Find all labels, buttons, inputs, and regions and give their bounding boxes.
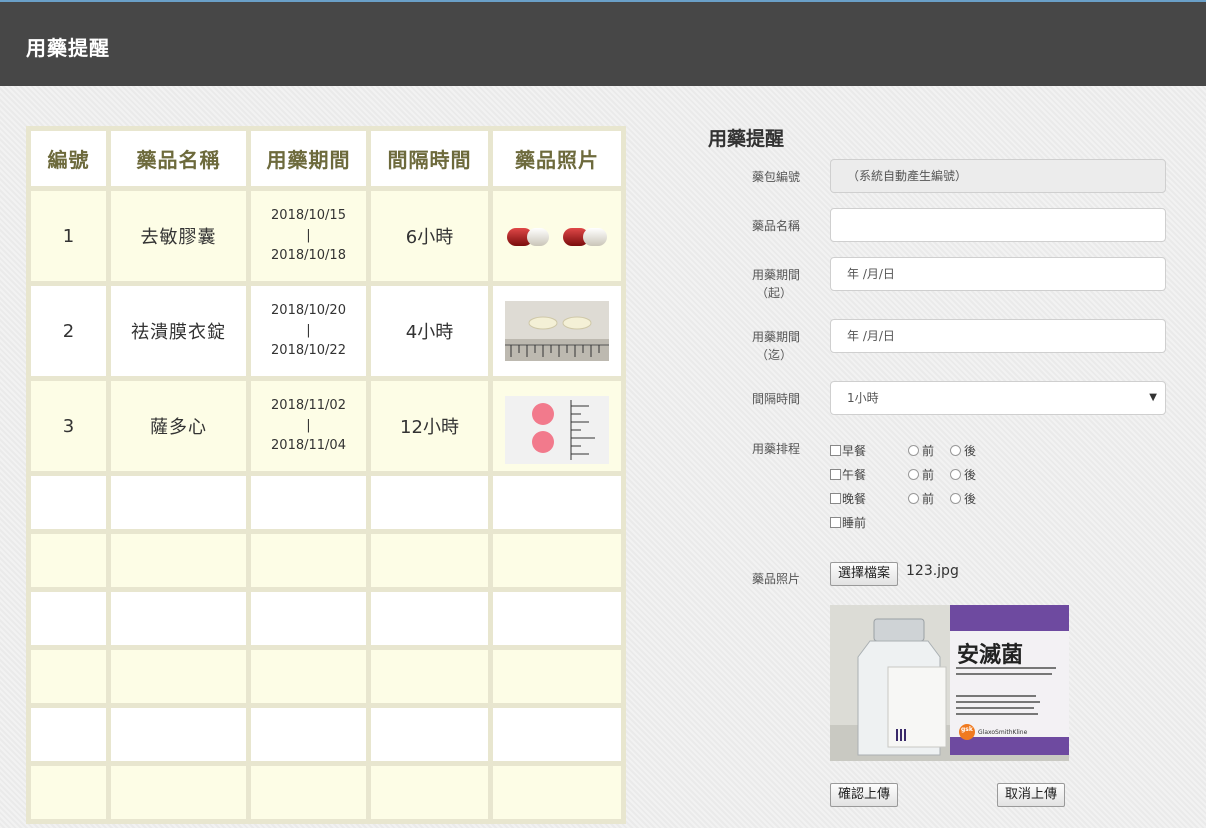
table-row[interactable]: 1 去敏膠囊 2018/10/15 | 2018/10/18 6小時 [31,191,621,281]
row-start-date: 2018/10/20 [271,303,346,318]
dinner-label: 晚餐 [842,492,867,506]
lunch-label: 午餐 [842,468,867,482]
col-header-period: 用藥期間 [251,131,366,186]
lunch-checkbox[interactable] [830,469,841,480]
row-period-sep: | [306,418,311,433]
before-label: 前 [922,492,935,506]
end-date-label-text: 用藥期間 [751,330,800,344]
drug-name-input[interactable] [830,208,1166,242]
chevron-down-icon: ▼ [1149,392,1157,403]
row-interval: 4小時 [371,286,488,376]
row-end-date: 2018/10/18 [271,248,346,263]
schedule-row-dinner: 晚餐 前 後 [830,490,1030,514]
file-name: 123.jpg [906,563,959,579]
row-id: 2 [31,286,106,376]
row-drug-name: 祛潰膜衣錠 [111,286,246,376]
bedtime-label: 睡前 [842,516,867,530]
pink-pill-photo [505,396,609,464]
row-id: 3 [31,381,106,471]
start-date-label-sub: （起） [755,286,792,300]
breakfast-before-radio[interactable] [908,445,919,456]
row-period: 2018/10/15 | 2018/10/18 [251,191,366,281]
tablet-photo [505,301,609,361]
row-period: 2018/10/20 | 2018/10/22 [251,286,366,376]
schedule-row-bedtime: 睡前 [830,514,1030,538]
table-row[interactable]: 2 祛潰膜衣錠 2018/10/20 | 2018/10/22 4小時 [31,286,621,376]
row-end-date: 2018/10/22 [271,343,346,358]
col-header-photo: 藥品照片 [493,131,621,186]
after-label: 後 [964,444,977,458]
row-interval: 12小時 [371,381,488,471]
empty-row [31,708,621,761]
dinner-after-radio[interactable] [950,493,961,504]
form-title: 用藥提醒 [708,128,785,150]
row-photo-cell [493,381,621,471]
lunch-before-radio[interactable] [908,469,919,480]
dinner-checkbox[interactable] [830,493,841,504]
interval-label: 間隔時間 [751,392,800,406]
app-header: 用藥提醒 [0,0,1206,86]
row-drug-name: 薩多心 [111,381,246,471]
col-header-interval: 間隔時間 [371,131,488,186]
bedtime-checkbox[interactable] [830,517,841,528]
col-header-id: 編號 [31,131,106,186]
before-label: 前 [922,468,935,482]
preview-brand: GlaxoSmithKline [978,729,1028,736]
schedule-row-breakfast: 早餐 前 後 [830,442,1030,466]
app-title: 用藥提醒 [26,36,110,60]
row-photo-cell [493,191,621,281]
empty-row [31,650,621,703]
start-date-label-text: 用藥期間 [751,268,800,282]
row-photo-cell [493,286,621,376]
lunch-after-radio[interactable] [950,469,961,480]
end-date-label-sub: （迄） [755,348,792,362]
breakfast-checkbox[interactable] [830,445,841,456]
interval-select-value: 1小時 [847,391,879,405]
choose-file-button[interactable]: 選擇檔案 [830,562,899,586]
capsule-photo [505,206,609,266]
table-row[interactable]: 3 薩多心 2018/11/02 | 2018/11/04 12小時 [31,381,621,471]
breakfast-label: 早餐 [842,444,867,458]
dinner-before-radio[interactable] [908,493,919,504]
empty-row [31,476,621,529]
preview-box-title: 安滅菌 [957,642,1024,668]
row-interval: 6小時 [371,191,488,281]
start-date-label: 用藥期間 （起） [690,266,800,302]
empty-row [31,766,621,819]
empty-row [31,534,621,587]
row-period-sep: | [306,323,311,338]
row-id: 1 [31,191,106,281]
col-header-name: 藥品名稱 [111,131,246,186]
end-date-label: 用藥期間 （迄） [690,328,800,364]
interval-select[interactable]: 1小時 ▼ [830,381,1166,415]
row-start-date: 2018/10/15 [271,208,346,223]
schedule-group: 早餐 前 後 午餐 前 後 晚餐 前 後 睡前 [830,442,1030,538]
preview-brand-short: gsk [961,726,973,733]
confirm-upload-button[interactable]: 確認上傳 [830,783,899,807]
cancel-upload-button[interactable]: 取消上傳 [997,783,1066,807]
empty-row [31,592,621,645]
row-period-sep: | [306,228,311,243]
schedule-label: 用藥排程 [751,442,800,456]
row-start-date: 2018/11/02 [271,398,346,413]
pack-id-label: 藥包編號 [751,170,800,184]
end-date-input[interactable]: 年 /月/日 [830,319,1166,353]
pack-id-field: （系統自動產生編號） [830,159,1166,193]
row-end-date: 2018/11/04 [271,438,346,453]
photo-preview: 安滅菌 gsk GlaxoSmithKline [830,605,1069,761]
after-label: 後 [964,468,977,482]
photo-label: 藥品照片 [751,572,800,586]
breakfast-after-radio[interactable] [950,445,961,456]
row-period: 2018/11/02 | 2018/11/04 [251,381,366,471]
table-header-row: 編號 藥品名稱 用藥期間 間隔時間 藥品照片 [31,131,621,186]
medication-table: 編號 藥品名稱 用藥期間 間隔時間 藥品照片 1 去敏膠囊 2018/10/15… [26,126,626,824]
after-label: 後 [964,492,977,506]
start-date-input[interactable]: 年 /月/日 [830,257,1166,291]
row-drug-name: 去敏膠囊 [111,191,246,281]
drug-name-label: 藥品名稱 [751,219,800,233]
before-label: 前 [922,444,935,458]
schedule-row-lunch: 午餐 前 後 [830,466,1030,490]
